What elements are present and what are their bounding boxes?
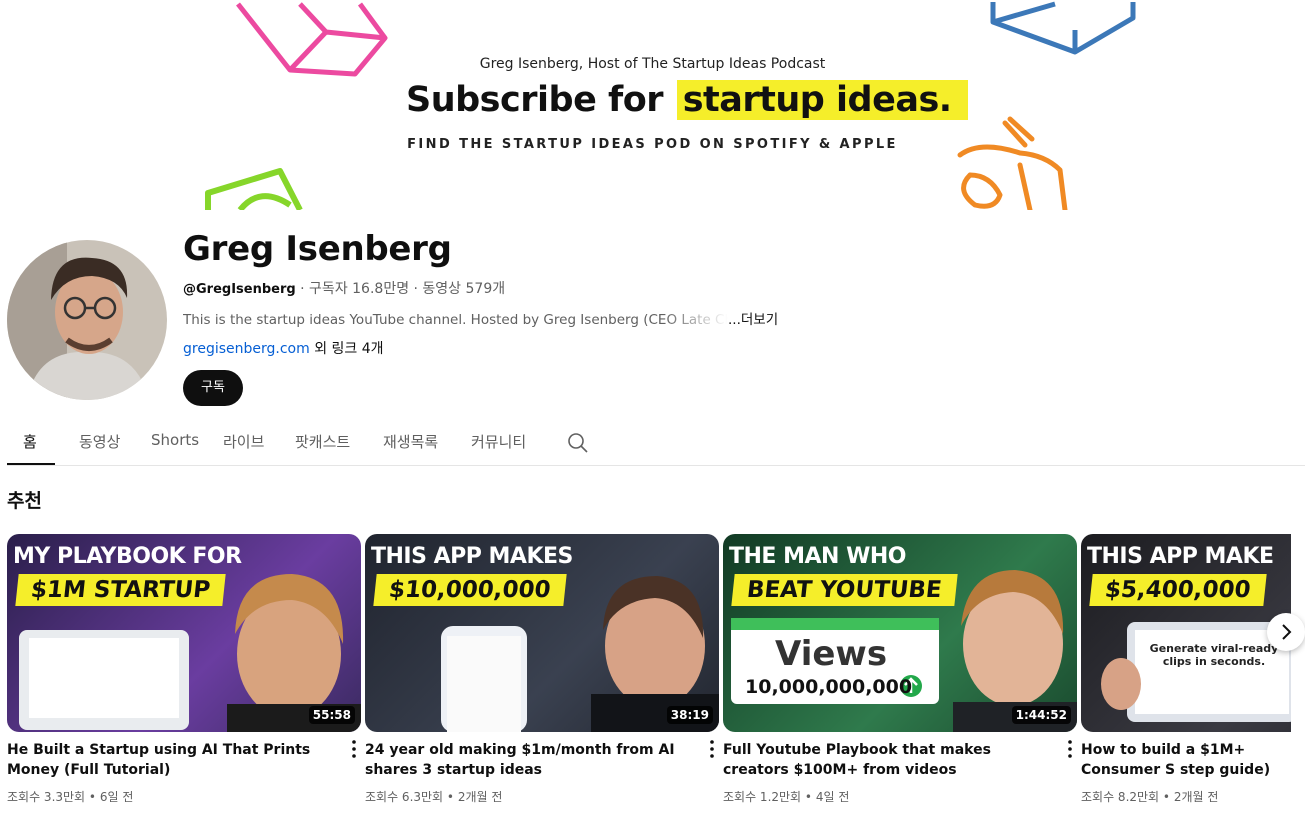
thumbnail-headline-highlight: BEAT YOUTUBE <box>731 574 958 606</box>
video-title[interactable]: Full Youtube Playbook that makes creator… <box>723 740 1053 780</box>
channel-banner: Greg Isenberg, Host of The Startup Ideas… <box>0 0 1305 210</box>
thumbnail-headline-top: THE MAN WHO <box>729 544 906 569</box>
thumbnail-headline-top: THIS APP MAKE <box>1087 544 1274 569</box>
more-options-icon[interactable] <box>710 740 714 758</box>
video-views: 조회수 3.3만회 <box>7 790 86 804</box>
thumbnail-views-count: 10,000,000,000 <box>745 676 913 698</box>
channel-links[interactable]: gregisenberg.com 외 링크 4개 <box>183 338 384 358</box>
more-options-icon[interactable] <box>352 740 356 758</box>
video-card[interactable]: MY PLAYBOOK FOR $1M STARTUP 55:58 He Bui… <box>7 534 361 804</box>
thumbnail-headline-top: THIS APP MAKES <box>371 544 573 569</box>
tab-podcasts[interactable]: 팟캐스트 <box>295 431 350 452</box>
section-title-recommended: 추천 <box>7 490 42 512</box>
channel-stats: · 구독자 16.8만명 · 동영상 579개 <box>295 281 506 297</box>
video-meta: 조회수 3.3만회 • 6일 전 <box>7 790 134 804</box>
video-views: 조회수 6.3만회 <box>365 790 444 804</box>
chevron-right-icon <box>1282 624 1292 640</box>
video-title-text: How to build a $1M+ Consumer S step guid… <box>1081 742 1271 778</box>
more-links-label[interactable]: 외 링크 4개 <box>310 341 383 357</box>
tab-playlists[interactable]: 재생목록 <box>383 431 438 452</box>
video-card[interactable]: THIS APP MAKE $5,400,000 Generate viral-… <box>1081 534 1291 816</box>
banner-subline: FIND THE STARTUP IDEAS POD ON SPOTIFY & … <box>407 137 898 152</box>
video-age: 4일 전 <box>815 790 850 804</box>
tab-community[interactable]: 커뮤니티 <box>471 431 526 452</box>
tab-videos[interactable]: 동영상 <box>79 431 120 452</box>
green-box-doodle <box>205 168 303 210</box>
video-card[interactable]: THIS APP MAKES $10,000,000 38:19 24 year… <box>365 534 719 804</box>
video-meta: 조회수 1.2만회 • 4일 전 <box>723 790 850 804</box>
more-options-icon[interactable] <box>1068 740 1072 758</box>
channel-name: Greg Isenberg <box>183 229 452 269</box>
video-duration: 55:58 <box>308 706 355 724</box>
video-thumbnail[interactable]: THIS APP MAKES $10,000,000 38:19 <box>365 534 719 732</box>
banner-headline: Subscribe for startup ideas. <box>406 80 968 120</box>
channel-avatar[interactable] <box>7 240 167 400</box>
banner-host-line: Greg Isenberg, Host of The Startup Ideas… <box>479 56 826 72</box>
tab-shorts[interactable]: Shorts <box>151 431 199 449</box>
website-link[interactable]: gregisenberg.com <box>183 341 310 357</box>
video-meta: 조회수 6.3만회 • 2개월 전 <box>365 790 503 804</box>
video-title[interactable]: He Built a Startup using AI That Prints … <box>7 740 337 780</box>
banner-headline-prefix: Subscribe for <box>406 80 664 120</box>
video-title[interactable]: How to build a $1M+ Consumer S step guid… <box>1081 740 1291 780</box>
video-age: 2개월 전 <box>457 790 503 804</box>
video-thumbnail[interactable]: THE MAN WHO BEAT YOUTUBE Views 10,000,00… <box>723 534 1077 732</box>
video-age: 6일 전 <box>99 790 134 804</box>
more-link[interactable]: ...더보기 <box>728 312 778 328</box>
thumbnail-headline-highlight: $5,400,000 <box>1089 574 1267 606</box>
tab-home[interactable]: 홈 <box>23 431 37 452</box>
channel-description[interactable]: This is the startup ideas YouTube channe… <box>183 308 778 328</box>
thumbnail-headline-highlight: $1M STARTUP <box>15 574 226 606</box>
video-thumbnail[interactable]: THIS APP MAKE $5,400,000 Generate viral-… <box>1081 534 1291 732</box>
video-views: 조회수 1.2만회 <box>723 790 802 804</box>
search-icon[interactable] <box>567 432 589 454</box>
video-card[interactable]: THE MAN WHO BEAT YOUTUBE Views 10,000,00… <box>723 534 1077 804</box>
banner-headline-highlight: startup ideas. <box>676 80 968 120</box>
video-thumbnail[interactable]: MY PLAYBOOK FOR $1M STARTUP 55:58 <box>7 534 361 732</box>
blue-box-doodle <box>990 1 1136 55</box>
video-meta: 조회수 8.2만회 • 2개월 전 <box>1081 790 1219 804</box>
active-tab-indicator <box>7 463 55 465</box>
channel-meta: @GregIsenberg · 구독자 16.8만명 · 동영상 579개 <box>183 278 505 298</box>
tab-live[interactable]: 라이브 <box>223 431 264 452</box>
video-views: 조회수 8.2만회 <box>1081 790 1160 804</box>
avatar-image <box>7 240 167 400</box>
video-duration: 38:19 <box>666 706 713 724</box>
video-age: 2개월 전 <box>1173 790 1219 804</box>
video-title[interactable]: 24 year old making $1m/month from AI sha… <box>365 740 695 780</box>
video-duration: 1:44:52 <box>1011 706 1071 724</box>
thumbnail-headline-top: MY PLAYBOOK FOR <box>13 544 242 569</box>
thumbnail-headline-highlight: $10,000,000 <box>373 574 567 606</box>
channel-handle: @GregIsenberg <box>183 282 296 297</box>
thumbnail-views-word: Views <box>775 634 888 674</box>
carousel-next-button[interactable] <box>1267 613 1305 651</box>
orange-doodle <box>957 116 1068 210</box>
subscribe-button[interactable]: 구독 <box>183 370 243 406</box>
description-text: This is the startup ideas YouTube channe… <box>183 312 728 328</box>
channel-tabs: 홈 동영상 Shorts 라이브 팟캐스트 재생목록 커뮤니티 <box>7 420 1305 466</box>
